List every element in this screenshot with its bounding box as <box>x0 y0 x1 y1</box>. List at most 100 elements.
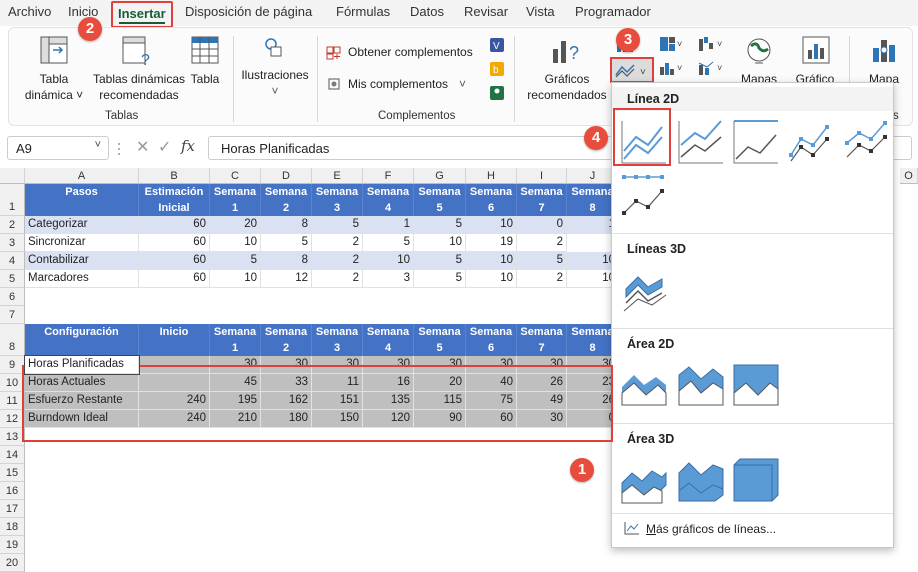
table-cell[interactable]: 8 <box>261 252 312 270</box>
table-cell[interactable]: 12 <box>261 270 312 288</box>
visio-icon[interactable]: V <box>488 36 506 54</box>
hierarchy-chart-icon[interactable]: ˅ <box>658 35 684 53</box>
table-cell[interactable]: Horas Actuales <box>25 374 139 392</box>
table-cell[interactable]: 11 <box>312 374 363 392</box>
pivot-table-button[interactable]: Tabla dinámica ˅ <box>23 71 85 103</box>
combo-chart-icon[interactable]: ˅ <box>697 59 727 77</box>
table-cell[interactable]: 5 <box>414 216 466 234</box>
table-cell[interactable]: 20 <box>414 374 466 392</box>
row-header[interactable]: 8 <box>0 324 25 356</box>
table-cell[interactable]: 180 <box>261 410 312 428</box>
table-cell[interactable]: 26 <box>517 374 567 392</box>
tab-insertar[interactable]: Insertar <box>111 1 173 28</box>
table-cell[interactable]: 30 <box>517 356 567 374</box>
table-cell[interactable]: 5 <box>517 252 567 270</box>
table-cell[interactable]: 8 <box>261 216 312 234</box>
table-cell[interactable]: 5 <box>363 234 414 252</box>
table-cell[interactable]: 195 <box>210 392 261 410</box>
table-cell[interactable]: 240 <box>139 410 210 428</box>
row-header[interactable]: 7 <box>0 306 25 324</box>
table-cell[interactable]: Sincronizar <box>25 234 139 252</box>
row-header[interactable]: 1 <box>0 184 25 216</box>
insert-function-icon[interactable]: fx <box>181 137 195 155</box>
100-stacked-line-markers-option[interactable] <box>618 169 670 221</box>
table-cell[interactable]: 10 <box>466 252 517 270</box>
row-header[interactable]: 6 <box>0 288 25 306</box>
table-cell[interactable]: 0 <box>517 216 567 234</box>
row-header[interactable]: 11 <box>0 392 25 410</box>
table-cell[interactable]: 5 <box>312 216 363 234</box>
table-cell[interactable]: 30 <box>261 356 312 374</box>
table-cell[interactable]: 1 <box>363 216 414 234</box>
row-header[interactable]: 15 <box>0 464 25 482</box>
table-cell[interactable]: 2 <box>517 234 567 252</box>
table-cell[interactable]: 40 <box>466 374 517 392</box>
table-button[interactable]: Tabla <box>187 71 223 87</box>
column-header[interactable]: H <box>466 168 517 184</box>
table-cell[interactable]: 150 <box>312 410 363 428</box>
column-header[interactable]: O <box>900 168 918 184</box>
row-header[interactable]: 16 <box>0 482 25 500</box>
row-header[interactable]: 3 <box>0 234 25 252</box>
table-cell[interactable]: 10 <box>210 270 261 288</box>
line-chart-option[interactable] <box>618 115 670 167</box>
chevron-down-icon[interactable]: ˅ <box>95 139 101 151</box>
table-cell[interactable]: 49 <box>517 392 567 410</box>
table-cell[interactable]: 135 <box>363 392 414 410</box>
table-cell[interactable]: 90 <box>414 410 466 428</box>
table-cell[interactable]: 33 <box>261 374 312 392</box>
recommended-charts-button[interactable]: Gráficos recomendados <box>524 71 610 103</box>
table-cell[interactable]: 115 <box>414 392 466 410</box>
tab-formulas[interactable]: Fórmulas <box>336 4 390 19</box>
table-cell[interactable]: Esfuerzo Restante <box>25 392 139 410</box>
table-cell[interactable]: 2 <box>312 270 363 288</box>
table-cell[interactable]: 10 <box>466 270 517 288</box>
row-header[interactable]: 10 <box>0 374 25 392</box>
row-header[interactable]: 20 <box>0 554 25 572</box>
table-cell[interactable]: 16 <box>363 374 414 392</box>
tab-programador[interactable]: Programador <box>575 4 651 19</box>
illustrations-button[interactable]: Ilustraciones <box>237 67 313 83</box>
table-cell[interactable]: Contabilizar <box>25 252 139 270</box>
line-markers-option[interactable] <box>785 115 837 167</box>
column-header[interactable]: C <box>210 168 261 184</box>
table-cell[interactable]: 3 <box>363 270 414 288</box>
row-header[interactable]: 17 <box>0 500 25 518</box>
table-cell[interactable]: 30 <box>517 410 567 428</box>
table-cell[interactable]: 151 <box>312 392 363 410</box>
waterfall-chart-icon[interactable]: ˅ <box>697 35 727 53</box>
table-cell[interactable]: 30 <box>466 356 517 374</box>
table-cell[interactable]: 10 <box>466 216 517 234</box>
row-header[interactable]: 12 <box>0 410 25 428</box>
table-cell[interactable]: Burndown Ideal <box>25 410 139 428</box>
cancel-icon[interactable]: ✕ <box>136 137 149 157</box>
column-header[interactable]: D <box>261 168 312 184</box>
row-header[interactable]: 14 <box>0 446 25 464</box>
table-cell[interactable]: 10 <box>414 234 466 252</box>
table-cell[interactable]: 30 <box>414 356 466 374</box>
table-cell[interactable]: 10 <box>210 234 261 252</box>
people-graph-icon[interactable] <box>488 84 506 102</box>
row-header[interactable]: 5 <box>0 270 25 288</box>
table-cell[interactable] <box>139 356 210 374</box>
3d-stacked-area-option[interactable] <box>675 455 727 507</box>
table-cell[interactable]: 5 <box>261 234 312 252</box>
table-cell[interactable]: 2 <box>312 252 363 270</box>
table-cell[interactable]: 30 <box>312 356 363 374</box>
table-cell[interactable]: 2 <box>312 234 363 252</box>
table-cell[interactable]: 240 <box>139 392 210 410</box>
column-header[interactable]: I <box>517 168 567 184</box>
row-header[interactable]: 13 <box>0 428 25 446</box>
tab-disposicion[interactable]: Disposición de página <box>185 4 312 19</box>
row-header[interactable]: 19 <box>0 536 25 554</box>
name-box[interactable]: A9 ˅ <box>7 136 109 160</box>
table-cell[interactable]: 60 <box>139 216 210 234</box>
table-cell[interactable]: 20 <box>210 216 261 234</box>
column-header[interactable]: B <box>139 168 210 184</box>
tab-revisar[interactable]: Revisar <box>464 4 508 19</box>
table-cell[interactable]: 5 <box>210 252 261 270</box>
table-cell[interactable]: 60 <box>139 252 210 270</box>
more-line-charts-link[interactable]: Más gráficos de líneas... <box>624 521 776 536</box>
table-cell[interactable] <box>139 374 210 392</box>
table-cell[interactable]: Horas Planificadas <box>24 355 140 375</box>
